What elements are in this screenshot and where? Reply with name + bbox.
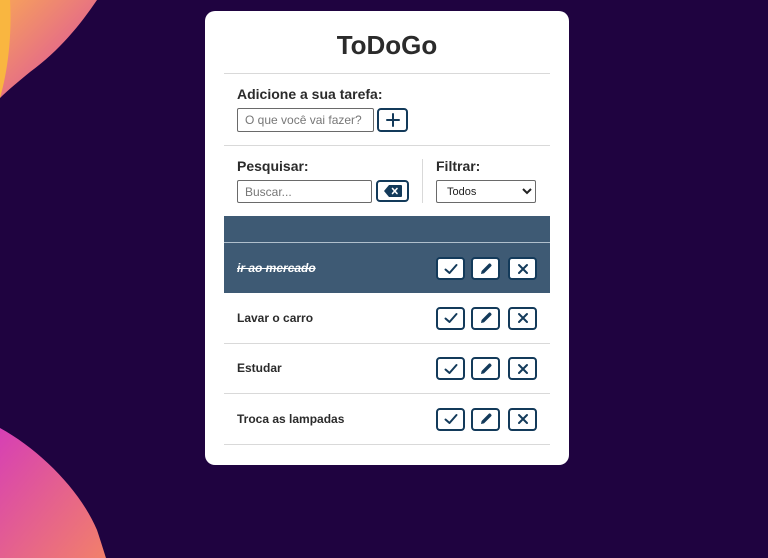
remove-todo-button[interactable]: [508, 257, 537, 280]
pencil-icon: [480, 262, 492, 274]
finish-todo-button[interactable]: [436, 407, 465, 431]
filter-label: Filtrar:: [436, 158, 481, 174]
backspace-icon: [383, 185, 402, 197]
todo-item: Lavar o carro: [224, 293, 550, 344]
background-blob-bottom: [0, 428, 106, 558]
check-icon: [444, 363, 457, 374]
edit-todo-button[interactable]: [471, 257, 500, 280]
search-label: Pesquisar:: [237, 158, 309, 174]
todo-item: Estudar: [224, 343, 550, 394]
todo-list-header: [224, 216, 550, 242]
app-title: ToDoGo: [336, 30, 438, 60]
clear-search-button[interactable]: [376, 180, 409, 202]
todo-title: ir ao mercado: [237, 261, 316, 275]
close-icon: [517, 313, 528, 323]
divider: [224, 145, 550, 146]
remove-todo-button[interactable]: [508, 407, 537, 431]
pencil-icon: [480, 413, 492, 424]
check-icon: [444, 414, 457, 424]
search-input[interactable]: [237, 180, 372, 203]
remove-todo-button[interactable]: [508, 357, 537, 380]
divider: [224, 73, 550, 74]
add-task-label: Adicione a sua tarefa:: [237, 86, 383, 102]
divider-vertical: [422, 159, 423, 203]
add-task-button[interactable]: [377, 108, 408, 132]
finish-todo-button[interactable]: [436, 306, 465, 330]
close-icon: [517, 414, 528, 424]
add-task-input[interactable]: [237, 108, 374, 132]
close-icon: [517, 263, 528, 274]
todo-title: Lavar o carro: [237, 310, 314, 325]
edit-todo-button[interactable]: [471, 357, 500, 380]
todo-title: Troca as lampadas: [237, 411, 345, 426]
pencil-icon: [480, 362, 492, 374]
todo-title: Estudar: [237, 361, 282, 375]
finish-todo-button[interactable]: [436, 357, 465, 380]
todo-item: ir ao mercado: [224, 242, 550, 293]
edit-todo-button[interactable]: [471, 407, 500, 431]
todo-item: Troca as lampadas: [224, 394, 550, 445]
check-icon: [444, 313, 457, 323]
todo-card: ToDoGo Adicione a sua tarefa: Pesquisar:…: [205, 11, 569, 465]
pencil-icon: [480, 312, 492, 323]
check-icon: [444, 263, 457, 274]
edit-todo-button[interactable]: [471, 306, 500, 330]
close-icon: [517, 363, 528, 374]
background-blob-top: [0, 0, 97, 98]
filter-select[interactable]: Todos: [436, 180, 536, 203]
finish-todo-button[interactable]: [436, 257, 465, 280]
plus-icon: [385, 113, 400, 127]
remove-todo-button[interactable]: [508, 306, 537, 330]
